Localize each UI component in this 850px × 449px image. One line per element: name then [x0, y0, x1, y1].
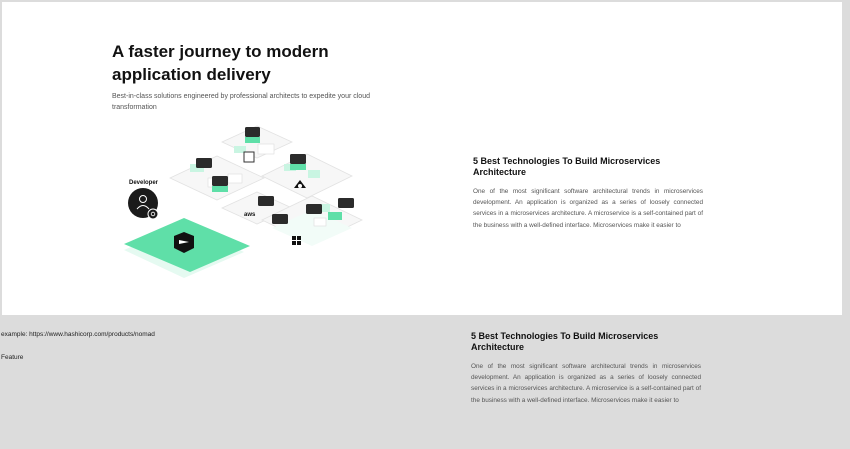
- example-link-note: example: https://www.hashicorp.com/produ…: [1, 331, 155, 338]
- chip-icon: [338, 198, 354, 208]
- hero-title: A faster journey to modern application d…: [112, 42, 329, 84]
- svg-text:aws: aws: [244, 212, 256, 218]
- platform-illustration: Developer aws: [124, 125, 363, 278]
- developer-label: Developer: [129, 180, 159, 186]
- gear-icon: [147, 208, 159, 220]
- chip-icon: [212, 176, 228, 192]
- hero-subtitle: Best-in-class solutions engineered by pr…: [112, 93, 370, 111]
- chip-icon: [290, 154, 306, 170]
- chip-icon: [196, 158, 212, 168]
- chip-icon: [245, 127, 260, 143]
- article-excerpt: One of the most significant software arc…: [471, 363, 701, 404]
- article-title[interactable]: 5 Best Technologies To Build Microservic…: [473, 156, 703, 178]
- article-excerpt: One of the most significant software arc…: [473, 188, 703, 229]
- feature-label: Feature: [1, 354, 24, 361]
- hero-card: A faster journey to modern application d…: [2, 2, 842, 315]
- article-title[interactable]: 5 Best Technologies To Build Microservic…: [471, 331, 701, 353]
- aws-logo-icon: aws: [244, 212, 256, 218]
- article-card[interactable]: 5 Best Technologies To Build Microservic…: [471, 331, 701, 406]
- chip-icon: [306, 204, 322, 214]
- article-card[interactable]: 5 Best Technologies To Build Microservic…: [473, 156, 703, 231]
- chip-icon: [272, 214, 288, 224]
- chip-icon: [258, 196, 274, 206]
